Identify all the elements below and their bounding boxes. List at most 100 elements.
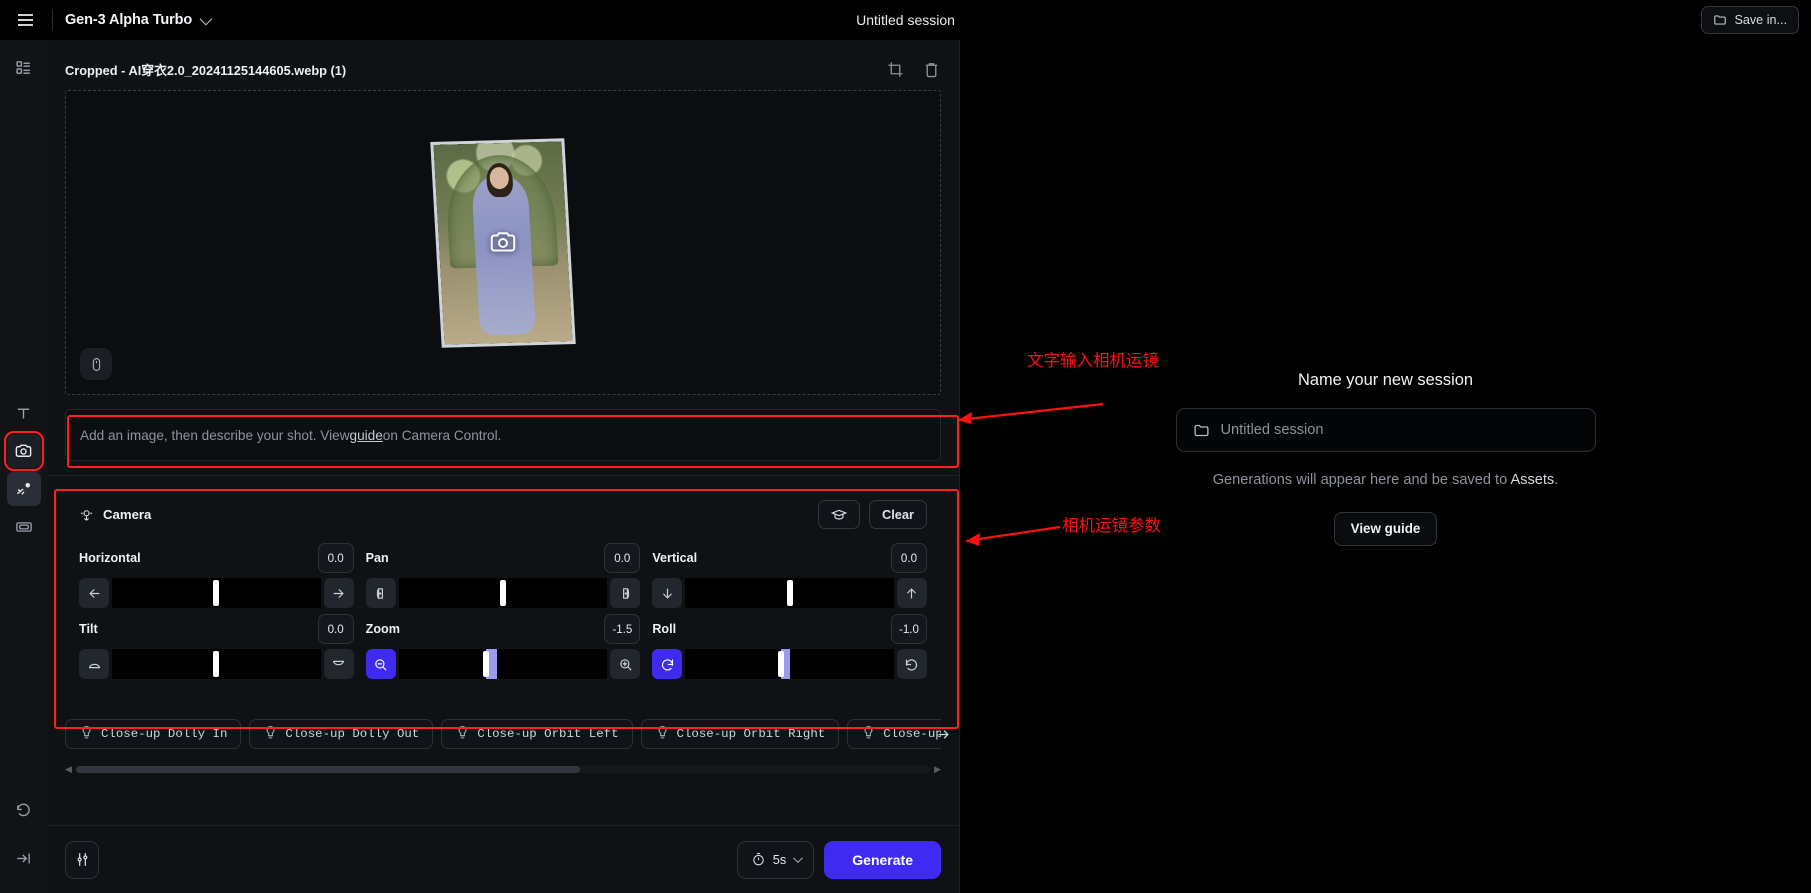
scrollbar-thumb[interactable] [75,765,580,773]
prompt-input[interactable]: Add an image, then describe your shot. V… [65,409,941,461]
lightbulb-icon [79,725,94,744]
slider-track[interactable] [112,649,321,679]
motion-brush-icon [16,483,30,495]
trash-icon[interactable] [921,59,941,79]
slider-track[interactable] [112,578,321,608]
control-label: Roll [652,622,677,636]
history-icon [17,803,30,816]
slider-track[interactable] [685,649,894,679]
view-guide-button[interactable]: View guide [1333,511,1438,546]
slider-track[interactable] [398,649,608,679]
slider-thumb[interactable] [786,580,793,606]
sidebar-item-collapse[interactable] [7,841,41,875]
chevron-down-icon[interactable] [199,12,213,25]
control-value[interactable]: 0.0 [317,614,354,644]
camera-control-horizontal: Horizontal 0.0 [79,543,354,608]
preset-chip[interactable]: Close-up Orbit Left [441,719,633,749]
zoom-out-icon-button[interactable] [365,649,396,679]
guide-link[interactable]: guide [350,428,383,443]
settings-button[interactable] [65,840,99,879]
tilt-down-icon-button[interactable] [323,649,354,679]
control-value[interactable]: 0.0 [317,543,354,573]
folder-icon [1714,15,1727,25]
camera-controls-panel: Camera Clear Horizontal 0.0 Pan 0.0 Vert… [65,488,941,695]
image-canvas[interactable] [65,90,941,395]
preset-chip[interactable]: Close-up Dolly Out [249,719,434,749]
preset-chip[interactable]: Close-up Crane Up [847,719,941,749]
right-panel: Name your new session Untitled session G… [960,40,1811,893]
slider-track[interactable] [685,578,894,608]
tilt-down-icon [333,660,345,665]
lightbulb-icon [455,725,470,744]
rotate-ccw-icon [661,658,673,671]
preset-label: Close-up Dolly In [101,727,228,741]
control-value[interactable]: -1.5 [604,614,641,644]
hamburger-icon[interactable] [10,5,40,35]
arrow-left-icon-button[interactable] [79,578,109,608]
annotation-prompt-note: 文字输入相机运镜 [1027,351,1159,370]
frames-icon [15,522,32,532]
session-name-input[interactable]: Untitled session [1175,408,1596,453]
camera-icon [486,226,520,260]
assets-link[interactable]: Assets [1510,472,1554,488]
save-in-button[interactable]: Save in... [1701,6,1799,34]
generate-button[interactable]: Generate [824,840,941,879]
camera-guide-button[interactable] [817,500,860,529]
arrow-down-icon-button[interactable] [652,578,683,608]
presets-next-arrow-icon[interactable] [933,724,953,744]
arrow-up-icon-button[interactable] [896,578,927,608]
image-panel-header: Cropped - AI穿衣2.0_20241125144605.webp (1… [47,52,959,86]
mouse-icon[interactable] [80,348,112,380]
arrow-up-icon [907,588,917,598]
lightbulb-icon [861,725,876,744]
preset-label: Close-up Dolly Out [285,727,420,741]
slider-thumb[interactable] [778,651,785,677]
sidebar-item-motion-brush[interactable] [6,472,41,506]
slider-thumb[interactable] [499,580,506,606]
text-icon [17,408,30,418]
subtitle-part-a: Generations will appear here and be save… [1212,472,1511,489]
right-panel-subtitle: Generations will appear here and be save… [1176,470,1596,491]
rotate-cw-icon [906,658,918,671]
slider-thumb[interactable] [213,580,220,606]
session-title: Untitled session [856,12,955,28]
camera-control-vertical: Vertical 0.0 [652,543,927,608]
scrollbar-track[interactable] [75,765,931,773]
scroll-right-arrow-icon[interactable]: ▶ [934,764,941,775]
slider-thumb[interactable] [483,651,490,677]
pan-right-icon-button[interactable] [610,578,641,608]
crop-icon[interactable] [885,59,905,79]
control-value[interactable]: -1.0 [890,614,927,644]
control-value[interactable]: 0.0 [604,543,641,573]
sidebar-item-assets[interactable] [7,50,41,84]
prompt-area: Add an image, then describe your shot. V… [65,409,941,461]
center-scroll: Cropped - AI穿衣2.0_20241125144605.webp (1… [47,40,959,825]
preset-chip[interactable]: Close-up Orbit Right [640,719,840,749]
duration-value: 5s [772,852,787,867]
arrow-right-icon-button[interactable] [323,578,354,608]
sidebar-item-history[interactable] [7,793,41,827]
zoom-in-icon-button[interactable] [610,649,641,679]
slider-track[interactable] [398,578,608,608]
rotate-ccw-icon-button[interactable] [652,649,683,679]
sidebar-item-text[interactable] [7,396,41,430]
clear-button[interactable]: Clear [868,500,927,529]
session-name-placeholder: Untitled session [1220,422,1324,439]
slider-thumb[interactable] [213,651,220,677]
subtitle-part-c: . [1554,472,1559,489]
sidebar-item-frames[interactable] [7,510,41,544]
rotate-cw-icon-button[interactable] [896,649,927,679]
sliders-icon [77,853,87,866]
sidebar-item-camera[interactable] [3,431,44,471]
scroll-left-arrow-icon[interactable]: ◀ [65,764,72,775]
control-value[interactable]: 0.0 [890,543,927,573]
preset-chip[interactable]: Close-up Dolly In [65,719,242,749]
camera-control-zoom: Zoom -1.5 [365,614,641,679]
pan-left-icon-button[interactable] [365,578,396,608]
pan-right-icon [622,587,629,599]
duration-selector[interactable]: 5s [736,840,815,879]
model-selector-label[interactable]: Gen-3 Alpha Turbo [65,12,192,28]
horizontal-scrollbar[interactable]: ◀ ▶ [65,763,941,775]
folder-icon [1193,424,1209,437]
tilt-up-icon-button[interactable] [79,649,109,679]
